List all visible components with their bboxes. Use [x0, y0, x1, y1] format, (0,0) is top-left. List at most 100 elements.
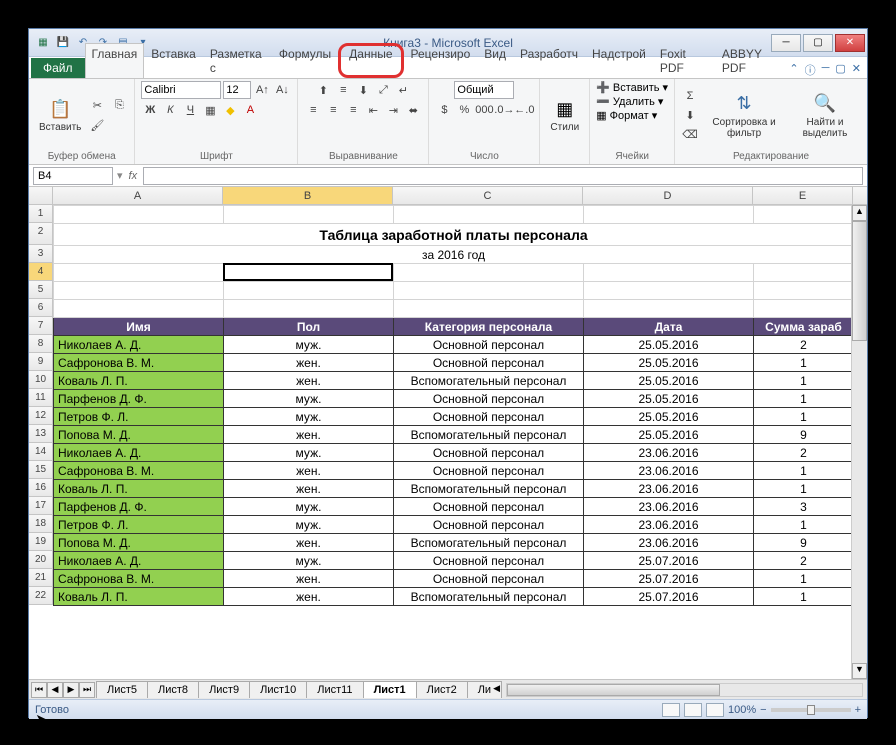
- save-icon[interactable]: 💾: [55, 35, 71, 51]
- sheet-tab-Лист1[interactable]: Лист1: [363, 681, 417, 698]
- cell-gender[interactable]: жен.: [224, 570, 394, 588]
- cell-gender[interactable]: жен.: [224, 354, 394, 372]
- cell-date[interactable]: 25.05.2016: [584, 426, 754, 444]
- cell-name[interactable]: Николаев А. Д.: [54, 444, 224, 462]
- row-header-20[interactable]: 20: [29, 551, 53, 569]
- col-header-E[interactable]: E: [753, 187, 853, 204]
- name-box[interactable]: B4: [33, 167, 113, 185]
- zoom-in-icon[interactable]: +: [855, 704, 861, 716]
- scroll-down-icon[interactable]: ▼: [852, 663, 867, 679]
- cell[interactable]: [394, 264, 584, 282]
- cell-name[interactable]: Николаев А. Д.: [54, 336, 224, 354]
- page-break-view-icon[interactable]: [706, 703, 724, 717]
- cell-date[interactable]: 23.06.2016: [584, 534, 754, 552]
- row-header-8[interactable]: 8: [29, 335, 53, 353]
- scroll-thumb[interactable]: [852, 221, 867, 341]
- cell-name[interactable]: Николаев А. Д.: [54, 552, 224, 570]
- table-header-0[interactable]: Имя: [54, 318, 224, 336]
- ribbon-tab-0[interactable]: Главная: [85, 43, 145, 78]
- cell-name[interactable]: Попова М. Д.: [54, 426, 224, 444]
- cell-sum[interactable]: 1: [754, 372, 854, 390]
- cell[interactable]: [584, 206, 754, 224]
- merge-icon[interactable]: ⬌: [404, 101, 422, 119]
- underline-icon[interactable]: Ч: [181, 101, 199, 119]
- row-header-11[interactable]: 11: [29, 389, 53, 407]
- scroll-up-icon[interactable]: ▲: [852, 205, 867, 221]
- maximize-button[interactable]: ▢: [803, 34, 833, 52]
- cell-gender[interactable]: жен.: [224, 462, 394, 480]
- zoom-thumb[interactable]: [807, 705, 815, 715]
- cell-sum[interactable]: 9: [754, 534, 854, 552]
- row-header-4[interactable]: 4: [29, 263, 53, 281]
- format-painter-icon[interactable]: 🖌: [88, 116, 106, 134]
- cell-category[interactable]: Вспомогательный персонал: [394, 426, 584, 444]
- sheet-tab-Лист10[interactable]: Лист10: [249, 681, 307, 698]
- ribbon-tab-2[interactable]: Разметка с: [203, 43, 272, 78]
- row-header-19[interactable]: 19: [29, 533, 53, 551]
- cell[interactable]: [584, 282, 754, 300]
- cell-category[interactable]: Вспомогательный персонал: [394, 480, 584, 498]
- window-close-icon[interactable]: ✕: [852, 62, 861, 78]
- col-header-D[interactable]: D: [583, 187, 753, 204]
- cell[interactable]: [584, 264, 754, 282]
- window-restore-icon[interactable]: ▢: [835, 62, 845, 78]
- cell[interactable]: [754, 300, 854, 318]
- cell-category[interactable]: Основной персонал: [394, 498, 584, 516]
- row-header-2[interactable]: 2: [29, 223, 53, 245]
- ribbon-tab-9[interactable]: Foxit PDF: [653, 43, 715, 78]
- cell-category[interactable]: Основной персонал: [394, 354, 584, 372]
- align-left-icon[interactable]: ≡: [304, 101, 322, 119]
- row-header-9[interactable]: 9: [29, 353, 53, 371]
- wrap-text-icon[interactable]: ↵: [394, 81, 412, 99]
- format-cells-button[interactable]: ▦Формат▾: [596, 109, 657, 122]
- comma-icon[interactable]: 000: [475, 101, 493, 119]
- prev-sheet-icon[interactable]: ◀: [47, 682, 63, 698]
- cell-category[interactable]: Вспомогательный персонал: [394, 372, 584, 390]
- cut-icon[interactable]: ✂: [88, 96, 106, 114]
- select-all-corner[interactable]: [29, 187, 53, 204]
- first-sheet-icon[interactable]: ⏮: [31, 682, 47, 698]
- cell-gender[interactable]: жен.: [224, 372, 394, 390]
- number-format-combo[interactable]: [454, 81, 514, 99]
- cell-date[interactable]: 25.07.2016: [584, 588, 754, 606]
- cell-gender[interactable]: жен.: [224, 588, 394, 606]
- cell[interactable]: [584, 300, 754, 318]
- increase-indent-icon[interactable]: ⇥: [384, 101, 402, 119]
- copy-icon[interactable]: ⎘: [110, 96, 128, 114]
- cell-gender[interactable]: муж.: [224, 444, 394, 462]
- font-color-icon[interactable]: A: [241, 101, 259, 119]
- ribbon-tab-8[interactable]: Надстрой: [585, 43, 653, 78]
- cell-category[interactable]: Вспомогательный персонал: [394, 534, 584, 552]
- hscroll-thumb[interactable]: [507, 684, 720, 696]
- cell-gender[interactable]: жен.: [224, 480, 394, 498]
- cell-sum[interactable]: 1: [754, 354, 854, 372]
- grow-font-icon[interactable]: A↑: [253, 81, 271, 99]
- cell-category[interactable]: Основной персонал: [394, 336, 584, 354]
- next-sheet-icon[interactable]: ▶: [63, 682, 79, 698]
- fill-icon[interactable]: ⬇: [681, 106, 699, 124]
- cell-name[interactable]: Сафронова В. М.: [54, 570, 224, 588]
- row-header-12[interactable]: 12: [29, 407, 53, 425]
- normal-view-icon[interactable]: [662, 703, 680, 717]
- ribbon-tab-7[interactable]: Разработч: [513, 43, 585, 78]
- decrease-indent-icon[interactable]: ⇤: [364, 101, 382, 119]
- sheet-tab-Лист5[interactable]: Лист5: [96, 681, 148, 698]
- row-header-7[interactable]: 7: [29, 317, 53, 335]
- align-middle-icon[interactable]: ≡: [334, 81, 352, 99]
- autosum-icon[interactable]: Σ: [681, 87, 699, 105]
- table-header-3[interactable]: Дата: [584, 318, 754, 336]
- cell[interactable]: [54, 206, 224, 224]
- find-select-button[interactable]: 🔍 Найти и выделить: [789, 90, 861, 141]
- cell[interactable]: [754, 282, 854, 300]
- styles-button[interactable]: ▦ Стили: [546, 95, 583, 135]
- sheet-tab-Лист2[interactable]: Лист2: [416, 681, 468, 698]
- cell-gender[interactable]: муж.: [224, 390, 394, 408]
- row-header-14[interactable]: 14: [29, 443, 53, 461]
- cell-category[interactable]: Основной персонал: [394, 408, 584, 426]
- cell-date[interactable]: 23.06.2016: [584, 498, 754, 516]
- table-header-4[interactable]: Сумма зараб: [754, 318, 854, 336]
- cell-gender[interactable]: муж.: [224, 498, 394, 516]
- percent-icon[interactable]: %: [455, 101, 473, 119]
- row-header-22[interactable]: 22: [29, 587, 53, 605]
- cell[interactable]: [54, 264, 224, 282]
